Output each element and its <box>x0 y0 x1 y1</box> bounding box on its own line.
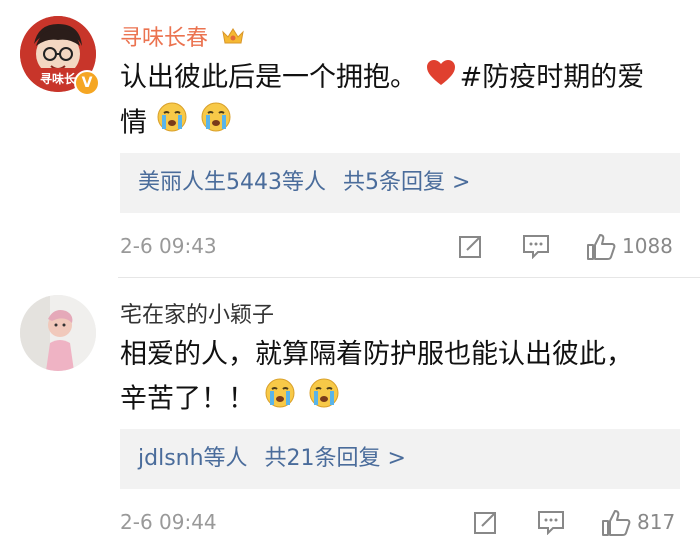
divider <box>118 277 700 278</box>
share-icon[interactable] <box>458 233 484 263</box>
avatar[interactable] <box>20 295 96 371</box>
crying-emoji-icon <box>308 377 340 423</box>
comment-text-line1: 相爱的人，就算隔着防护服也能认出彼此， <box>120 339 633 370</box>
comment-text-tail: 情 <box>120 107 147 138</box>
like-count: 1088 <box>622 234 673 258</box>
comment-text-line2: 辛苦了！！ <box>120 383 255 415</box>
comment-meta: 2-6 09:44 817 <box>120 507 680 537</box>
replies-summary[interactable]: 美丽人生5443等人 共5条回复 > <box>120 153 680 213</box>
username-label: 寻味长春 <box>120 26 209 51</box>
timestamp: 2-6 09:44 <box>120 510 217 534</box>
heart-icon <box>426 57 456 101</box>
comment-text-main: 认出彼此后是一个拥抱。 <box>120 62 417 93</box>
crying-emoji-icon <box>264 377 296 423</box>
crying-emoji-icon <box>200 101 232 147</box>
comment-icon[interactable] <box>522 233 550 263</box>
username[interactable]: 寻味长春 <box>120 20 245 52</box>
like-count: 817 <box>637 510 676 534</box>
crying-emoji-icon <box>156 101 188 147</box>
replies-count: 共5条回复 > <box>343 170 471 195</box>
share-icon[interactable] <box>473 509 499 539</box>
replies-summary[interactable]: jdlsnh等人 共21条回复 > <box>120 429 680 489</box>
avatar-photo <box>20 295 96 371</box>
like-thumb-icon[interactable] <box>586 233 616 265</box>
comment-meta: 2-6 09:43 1088 <box>120 231 680 261</box>
timestamp: 2-6 09:43 <box>120 234 217 258</box>
username-label: 宅在家的小颖子 <box>120 303 275 328</box>
comment-item: 寻味长 V 寻味长春 认出彼此后是一个拥抱。 #防疫时期的爱 情 美丽人生544… <box>0 0 700 278</box>
vip-crown-icon <box>221 26 245 52</box>
verified-badge-icon: V <box>74 70 100 96</box>
username[interactable]: 宅在家的小颖子 <box>120 297 274 329</box>
hashtag-link[interactable]: #防疫时期的爱 <box>460 62 645 93</box>
like-thumb-icon[interactable] <box>601 509 631 541</box>
replies-users: 美丽人生5443等人 <box>138 170 326 195</box>
replies-users: jdlsnh等人 <box>138 446 248 471</box>
replies-count: 共21条回复 > <box>264 446 406 471</box>
comment-text: 相爱的人，就算隔着防护服也能认出彼此， 辛苦了！！ <box>120 333 680 423</box>
comment-text: 认出彼此后是一个拥抱。 #防疫时期的爱 情 <box>120 56 680 147</box>
comment-item: 宅在家的小颖子 相爱的人，就算隔着防护服也能认出彼此， 辛苦了！！ jdlsnh… <box>0 279 700 560</box>
comment-icon[interactable] <box>537 509 565 539</box>
